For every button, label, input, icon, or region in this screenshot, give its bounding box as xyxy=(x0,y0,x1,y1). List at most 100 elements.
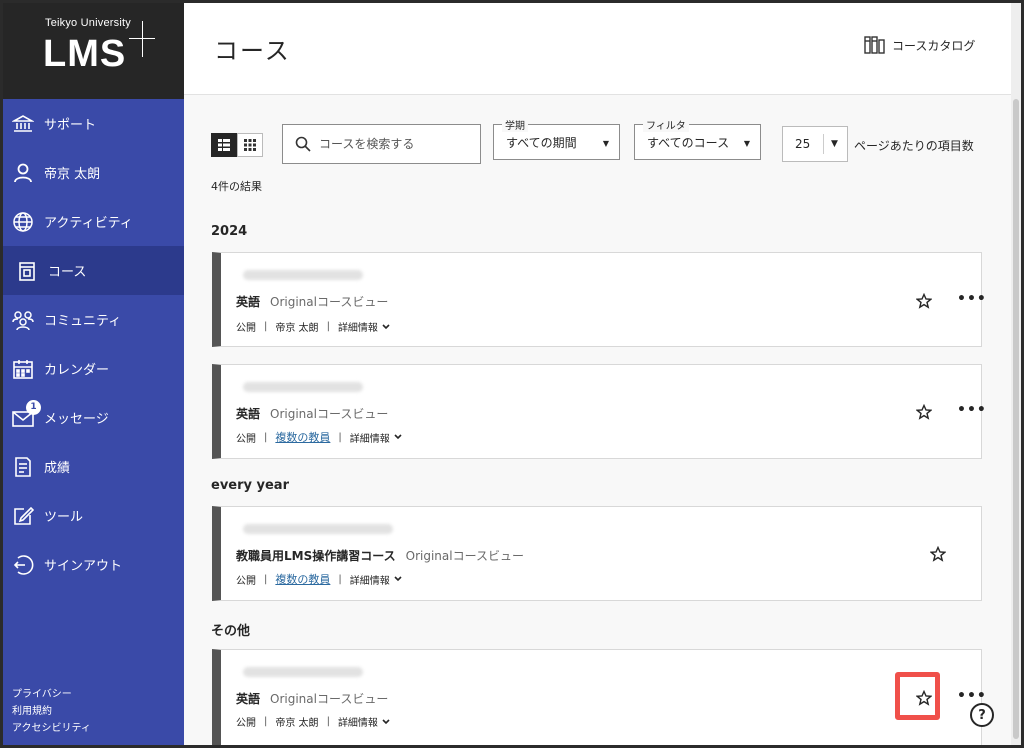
chevron-down-icon: ▼ xyxy=(831,139,838,149)
sidebar-item-label: コミュニティ xyxy=(44,314,122,329)
details-label: 詳細情報 xyxy=(337,323,378,334)
course-view-type: Originalコースビュー xyxy=(405,549,524,563)
sidebar-item-label: サポート xyxy=(44,118,97,133)
chevron-down-icon xyxy=(382,323,390,329)
sidebar-item-messages[interactable]: 1 メッセージ xyxy=(3,393,184,442)
course-name[interactable]: 英語 xyxy=(236,690,260,707)
logo-plus-mark xyxy=(142,21,143,57)
favorite-highlight-box xyxy=(895,672,940,720)
term-select[interactable]: 学期 すべての期間 ▼ xyxy=(493,117,620,160)
course-name[interactable]: 教職員用LMS操作講習コース xyxy=(236,547,396,564)
sidebar-item-label: アクティビティ xyxy=(44,216,133,231)
course-card[interactable]: 教職員用LMS操作講習コース Originalコースビュー 公開 | 複数の教員… xyxy=(212,506,982,601)
term-legend: 学期 xyxy=(502,117,528,132)
sidebar-item-grades[interactable]: 成績 xyxy=(3,442,184,491)
instructors-link[interactable]: 複数の教員 xyxy=(275,571,330,587)
course-icon xyxy=(15,259,39,283)
more-options-button[interactable]: ••• xyxy=(957,291,987,307)
details-toggle[interactable]: 詳細情報 xyxy=(338,319,391,334)
course-card[interactable]: 英語 Originalコースビュー 公開 | 帝京 太朗 | 詳細情報 ••• xyxy=(212,649,986,745)
search-input[interactable] xyxy=(319,137,469,151)
favorite-button[interactable] xyxy=(913,290,935,312)
course-meta: 公開 | 帝京 太朗 | 詳細情報 xyxy=(236,319,391,334)
course-search xyxy=(282,124,481,164)
divider: | xyxy=(326,716,330,727)
divider: | xyxy=(326,321,330,332)
help-button[interactable]: ? xyxy=(970,703,994,727)
section-heading: 2024 xyxy=(211,224,248,239)
sidebar-item-profile[interactable]: 帝京 太朗 xyxy=(3,148,184,197)
course-title-row: 英語 Originalコースビュー xyxy=(236,293,388,310)
course-catalog-button[interactable]: コースカタログ xyxy=(864,35,975,55)
details-label: 詳細情報 xyxy=(337,718,378,729)
sidebar-item-community[interactable]: コミュニティ xyxy=(3,295,184,344)
per-page-select[interactable]: 25 ▼ xyxy=(782,126,848,162)
catalog-label: コースカタログ xyxy=(892,38,976,53)
course-card[interactable]: 英語 Originalコースビュー 公開 | 帝京 太朗 | 詳細情報 ••• xyxy=(212,252,986,347)
search-icon xyxy=(295,136,311,152)
per-page-label: ページあたりの項目数 xyxy=(854,139,974,153)
logo[interactable]: Teikyo University LMS xyxy=(3,3,184,99)
scrollbar-thumb[interactable] xyxy=(1013,99,1019,739)
course-status: 公開 xyxy=(236,433,256,445)
details-toggle[interactable]: 詳細情報 xyxy=(350,572,403,587)
grid-view-button[interactable] xyxy=(237,133,263,157)
terms-link[interactable]: 利用規約 xyxy=(12,702,91,719)
sidebar-item-activity[interactable]: アクティビティ xyxy=(3,197,184,246)
course-meta: 公開 | 複数の教員 | 詳細情報 xyxy=(236,571,403,587)
course-title-row: 英語 Originalコースビュー xyxy=(236,690,388,707)
logo-product: LMS xyxy=(43,33,127,75)
course-name[interactable]: 英語 xyxy=(236,293,260,310)
course-title-row: 教職員用LMS操作講習コース Originalコースビュー xyxy=(236,547,524,564)
logo-university: Teikyo University xyxy=(45,17,131,29)
results-count: 4件の結果 xyxy=(211,180,262,193)
globe-icon xyxy=(11,210,35,234)
filter-legend: フィルタ xyxy=(643,117,689,132)
sidebar-item-courses[interactable]: コース xyxy=(3,246,184,295)
app-frame: Teikyo University LMS サポート 帝京 太朗 アクティビティ… xyxy=(3,3,1021,745)
unread-badge: 1 xyxy=(26,399,41,415)
favorite-button[interactable] xyxy=(913,401,935,423)
sidebar-item-calendar[interactable]: カレンダー xyxy=(3,344,184,393)
sidebar-item-signout[interactable]: サインアウト xyxy=(3,540,184,589)
sidebar-item-support[interactable]: サポート xyxy=(3,99,184,148)
chevron-down-icon xyxy=(394,434,402,440)
course-meta: 公開 | 帝京 太朗 | 詳細情報 xyxy=(236,714,391,729)
user-icon xyxy=(11,161,35,185)
course-view-type: Originalコースビュー xyxy=(270,295,389,309)
course-card[interactable]: 英語 Originalコースビュー 公開 | 複数の教員 | 詳細情報 ••• xyxy=(212,364,986,459)
tools-icon xyxy=(11,504,35,528)
favorite-button[interactable] xyxy=(927,543,949,565)
sidebar-item-label: ツール xyxy=(44,510,84,525)
sidebar-nav: サポート 帝京 太朗 アクティビティ コース コミュニティ カレンダー 1 メッ… xyxy=(3,99,184,589)
filter-select[interactable]: フィルタ すべてのコース ▼ xyxy=(634,117,761,160)
course-code xyxy=(243,382,363,392)
sidebar-item-tools[interactable]: ツール xyxy=(3,491,184,540)
divider: | xyxy=(264,321,268,332)
privacy-link[interactable]: プライバシー xyxy=(12,685,91,702)
page-header: コース コースカタログ xyxy=(184,3,1011,95)
catalog-icon xyxy=(864,36,885,54)
course-status: 公開 xyxy=(236,575,256,587)
course-code xyxy=(243,524,393,534)
more-options-button[interactable]: ••• xyxy=(957,688,987,704)
sidebar: Teikyo University LMS サポート 帝京 太朗 アクティビティ… xyxy=(3,3,184,745)
page-title: コース xyxy=(214,37,291,65)
accessibility-link[interactable]: アクセシビリティ xyxy=(12,719,91,736)
sidebar-item-label: 帝京 太朗 xyxy=(44,167,101,182)
course-status: 公開 xyxy=(236,718,256,729)
list-view-button[interactable] xyxy=(211,133,237,157)
details-toggle[interactable]: 詳細情報 xyxy=(338,714,391,729)
section-heading: every year xyxy=(211,478,289,493)
chevron-down-icon xyxy=(382,718,390,724)
details-toggle[interactable]: 詳細情報 xyxy=(350,430,403,445)
more-options-button[interactable]: ••• xyxy=(957,402,987,418)
divider: | xyxy=(338,431,342,443)
per-page-value: 25 xyxy=(795,137,811,151)
course-title-row: 英語 Originalコースビュー xyxy=(236,405,388,422)
course-name[interactable]: 英語 xyxy=(236,405,260,422)
grid-view-icon xyxy=(244,139,256,151)
instructors-link[interactable]: 複数の教員 xyxy=(275,429,330,445)
filter-value: すべてのコース xyxy=(647,135,730,150)
section-heading: その他 xyxy=(211,624,251,639)
